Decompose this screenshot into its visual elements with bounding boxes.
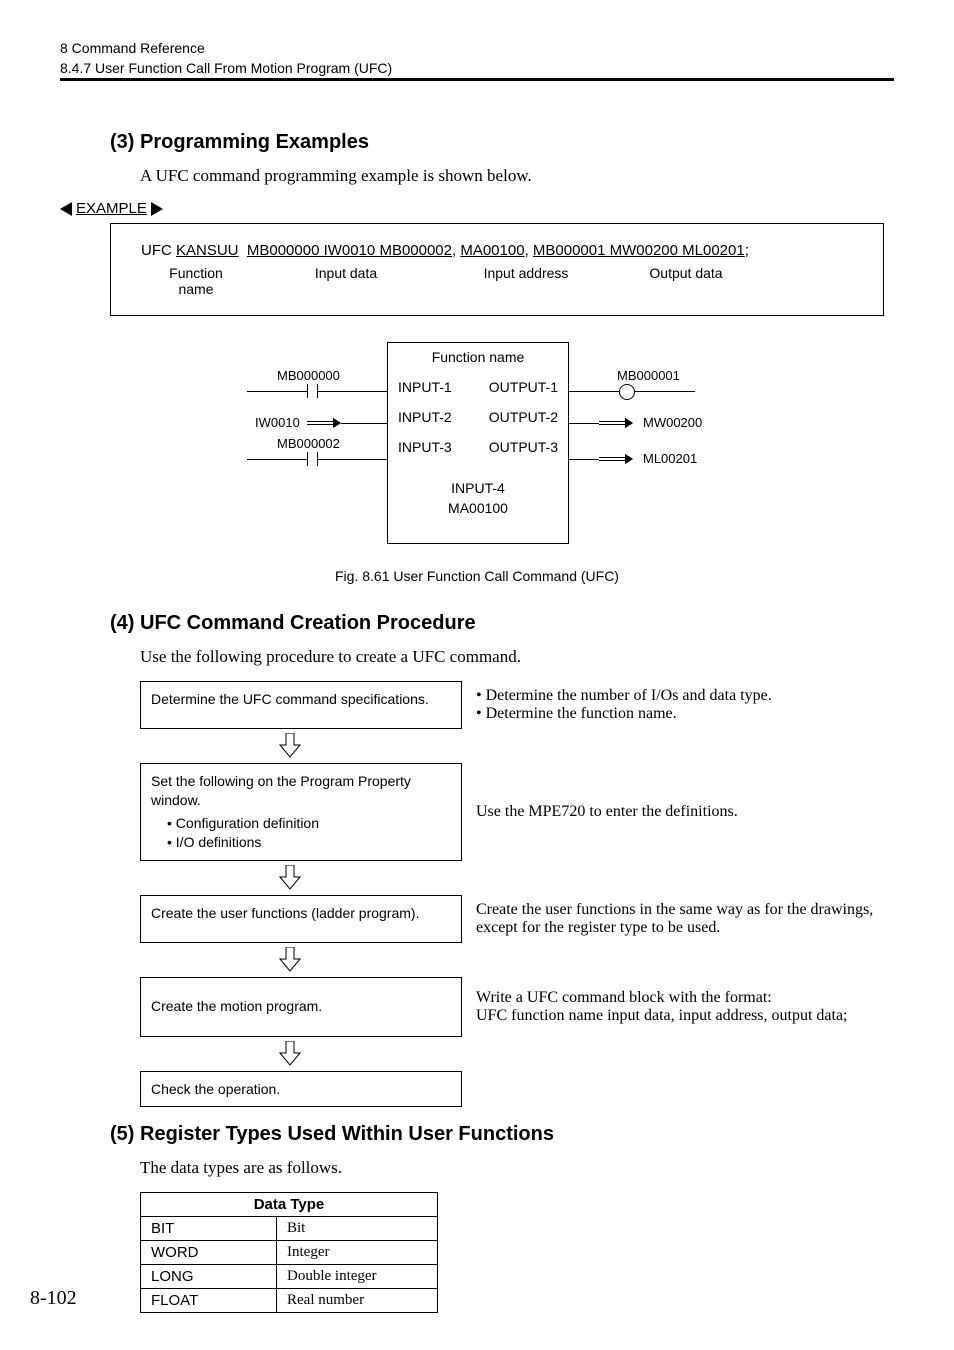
figure-caption: Fig. 8.61 User Function Call Command (UF…	[60, 568, 894, 584]
dt-row-code: FLOAT	[141, 1289, 277, 1313]
step-2-bullet-1: Configuration definition	[167, 814, 451, 833]
wire	[337, 391, 387, 392]
step-4-desc: Write a UFC command block with the forma…	[462, 977, 894, 1037]
left-input-2-label: IW0010	[255, 415, 300, 430]
code-output-data: MB000001 MW00200 ML00201	[533, 242, 745, 259]
wire	[635, 391, 695, 392]
io-output-3: OUTPUT-3	[489, 439, 558, 455]
dt-row-desc: Real number	[277, 1289, 438, 1313]
io-input-4-addr: MA00100	[448, 500, 508, 516]
data-type-table: Data Type BITBit WORDInteger LONGDouble …	[140, 1192, 438, 1313]
contact-3-icon	[287, 452, 337, 466]
example-code-box: UFC KANSUU MB000000 IW0010 MB000002, MA0…	[110, 223, 884, 316]
example-code-line: UFC KANSUU MB000000 IW0010 MB000002, MA0…	[141, 242, 853, 259]
step-2-box-text: Set the following on the Program Propert…	[151, 773, 411, 808]
io-input-1: INPUT-1	[398, 379, 452, 395]
double-arrow-icon	[599, 419, 633, 427]
wire	[341, 423, 387, 424]
down-arrow-icon	[140, 1037, 440, 1071]
wire	[337, 459, 387, 460]
down-arrow-icon	[140, 729, 440, 763]
dt-row-code: BIT	[141, 1217, 277, 1241]
ufc-function-diagram: Function name INPUT-1 OUTPUT-1 INPUT-2 OUT…	[197, 342, 757, 552]
section-4-heading: (4) UFC Command Creation Procedure	[110, 612, 894, 635]
section-4-intro: Use the following procedure to create a …	[140, 647, 894, 667]
step-1-desc: • Determine the number of I/Os and data …	[462, 681, 894, 729]
header-chapter: 8 Command Reference	[60, 40, 894, 56]
io-output-1: OUTPUT-1	[489, 379, 558, 395]
wire	[247, 459, 287, 460]
triangle-left-icon	[60, 202, 72, 216]
double-arrow-icon	[307, 419, 341, 427]
down-arrow-icon	[140, 943, 440, 977]
label-input-data: Input data	[251, 265, 441, 297]
io-input-2: INPUT-2	[398, 409, 452, 425]
step-1-box: Determine the UFC command specifications…	[140, 681, 462, 729]
label-input-addr: Input address	[441, 265, 611, 297]
coil-icon	[619, 384, 635, 400]
header-rule	[60, 78, 894, 81]
section-5-heading: (5) Register Types Used Within User Func…	[110, 1123, 894, 1146]
dt-row-desc: Double integer	[277, 1265, 438, 1289]
io-input-3: INPUT-3	[398, 439, 452, 455]
dt-row-desc: Bit	[277, 1217, 438, 1241]
left-input-3-label: MB000002	[277, 436, 340, 451]
io-input-4-label: INPUT-4	[451, 480, 505, 496]
left-input-1-label: MB000000	[277, 368, 340, 383]
dt-header: Data Type	[141, 1193, 438, 1217]
example-label: EXAMPLE	[76, 200, 147, 217]
step-4-box: Create the motion program.	[140, 977, 462, 1037]
label-output-data: Output data	[611, 265, 761, 297]
step-2-box: Set the following on the Program Propert…	[140, 763, 462, 861]
io-input-4: INPUT-4 MA00100	[388, 479, 568, 518]
example-field-labels: Function name Input data Input address O…	[141, 265, 853, 297]
wire	[247, 391, 287, 392]
step-1-desc-line-1: • Determine the number of I/Os and data …	[476, 687, 772, 705]
double-arrow-icon	[599, 455, 633, 463]
section-3-intro: A UFC command programming example is sho…	[140, 166, 894, 186]
page-number: 8-102	[30, 1287, 77, 1310]
triangle-right-icon	[151, 202, 163, 216]
contact-1-icon	[287, 384, 337, 398]
step-5-box: Check the operation.	[140, 1071, 462, 1108]
dt-row-code: LONG	[141, 1265, 277, 1289]
wire	[569, 423, 599, 424]
dt-row-code: WORD	[141, 1241, 277, 1265]
step-2-bullet-2: I/O definitions	[167, 833, 451, 852]
code-input-addr: MA00100	[460, 242, 524, 259]
wire	[569, 459, 599, 460]
code-fn-name: KANSUU	[176, 242, 239, 259]
function-block: Function name INPUT-1 OUTPUT-1 INPUT-2 OUT…	[387, 342, 569, 544]
io-output-2: OUTPUT-2	[489, 409, 558, 425]
step-3-box: Create the user functions (ladder progra…	[140, 895, 462, 943]
procedure-flow: Determine the UFC command specifications…	[140, 681, 894, 1107]
step-1-desc-line-2: • Determine the function name.	[476, 705, 772, 723]
right-output-3-label: ML00201	[643, 451, 697, 466]
example-marker: EXAMPLE	[60, 200, 894, 217]
header-section: 8.4.7 User Function Call From Motion Pro…	[60, 60, 894, 76]
section-3-heading: (3) Programming Examples	[110, 131, 894, 154]
function-block-title: Function name	[388, 343, 568, 365]
wire	[569, 391, 619, 392]
right-output-2-label: MW00200	[643, 415, 702, 430]
step-3-desc: Create the user functions in the same wa…	[462, 895, 894, 943]
code-input-data: MB000000 IW0010 MB000002	[247, 242, 452, 259]
section-5-intro: The data types are as follows.	[140, 1158, 894, 1178]
step-2-desc: Use the MPE720 to enter the definitions.	[462, 763, 894, 861]
label-fn-name: Function name	[141, 265, 251, 297]
down-arrow-icon	[140, 861, 440, 895]
right-output-1-label: MB000001	[617, 368, 680, 383]
dt-row-desc: Integer	[277, 1241, 438, 1265]
